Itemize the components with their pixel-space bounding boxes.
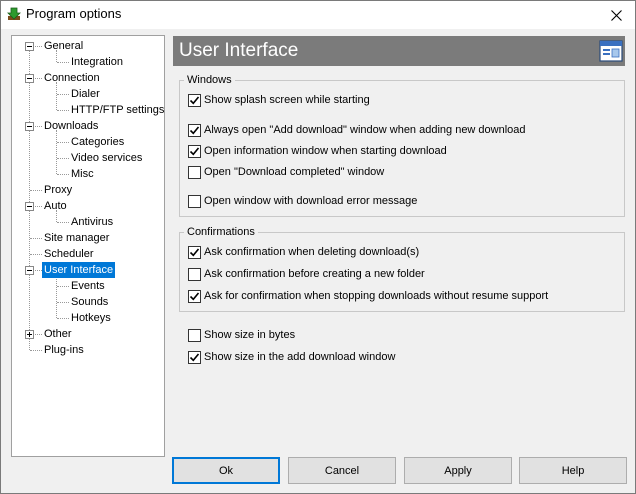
confirmation-option-3[interactable]: Ask for confirmation when stopping downl… (188, 288, 548, 304)
checkbox-label: Ask confirmation when deleting download(… (204, 246, 420, 258)
help-button-label: Help (561, 464, 585, 477)
checkbox-unchecked[interactable] (188, 194, 201, 208)
checkbox-label: Ask for confirmation when stopping downl… (204, 290, 549, 302)
panel-header: User Interface (173, 36, 625, 66)
title-bar: Program options (1, 1, 635, 29)
ok-button-label: Ok (218, 464, 234, 477)
tree-item-plug-ins[interactable]: Plug-ins (42, 342, 86, 358)
tree-item-sounds[interactable]: Sounds (69, 294, 110, 310)
tree-item-site-manager[interactable]: Site manager (42, 230, 111, 246)
tree-connector (57, 94, 69, 95)
window-settings-icon (599, 39, 623, 63)
collapse-toggle-icon[interactable] (25, 122, 34, 131)
checkbox-label: Show size in bytes (204, 329, 296, 341)
cancel-button[interactable]: Cancel (288, 457, 396, 484)
checkbox-checked[interactable] (188, 289, 201, 303)
collapse-toggle-icon[interactable] (25, 266, 34, 275)
collapse-toggle-icon[interactable] (25, 202, 34, 211)
collapse-toggle-icon[interactable] (25, 42, 34, 51)
checkbox-unchecked[interactable] (188, 267, 201, 281)
checkbox-checked[interactable] (188, 123, 201, 137)
close-button[interactable] (597, 1, 635, 29)
tree-branch-line (56, 82, 57, 110)
tree-branch-line (56, 130, 57, 174)
tree-connector (57, 318, 69, 319)
tree-connector (30, 350, 42, 351)
checkbox-unchecked[interactable] (188, 165, 201, 179)
confirmations-group-label: Confirmations (184, 226, 258, 239)
checkbox-checked[interactable] (188, 93, 201, 107)
tree-item-other[interactable]: Other (42, 326, 74, 342)
window-title: Program options (26, 6, 122, 21)
checkbox-label: Open "Download completed" window (204, 166, 385, 178)
tree-item-hotkeys[interactable]: Hotkeys (69, 310, 113, 326)
windows-group-label: Windows (184, 74, 235, 87)
download-arrow-icon (7, 7, 21, 21)
tree-item-user-interface[interactable]: User Interface (42, 262, 116, 278)
checkbox-label: Show size in the add download window (204, 351, 396, 363)
size-option-2[interactable]: Show size in the add download window (188, 349, 395, 365)
size-option-1[interactable]: Show size in bytes (188, 327, 295, 343)
windows-option-1[interactable]: Show splash screen while starting (188, 92, 370, 108)
tree-connector (57, 142, 69, 143)
tree-item-downloads[interactable]: Downloads (42, 118, 100, 134)
tree-item-integration[interactable]: Integration (69, 54, 125, 70)
checkbox-label: Open window with download error message (204, 195, 418, 207)
tree-item-misc[interactable]: Misc (69, 166, 96, 182)
checkbox-label: Open information window when starting do… (204, 145, 447, 157)
confirmation-option-1[interactable]: Ask confirmation when deleting download(… (188, 244, 419, 260)
tree-connector (57, 62, 69, 63)
tree-connector (57, 222, 69, 223)
expand-toggle-icon[interactable] (25, 330, 34, 339)
tree-item-general[interactable]: General (42, 38, 85, 54)
close-icon (610, 9, 622, 21)
tree-item-scheduler[interactable]: Scheduler (42, 246, 96, 262)
checkbox-unchecked[interactable] (188, 328, 201, 342)
tree-connector (57, 158, 69, 159)
confirmation-option-2[interactable]: Ask confirmation before creating a new f… (188, 266, 425, 282)
apply-button[interactable]: Apply (404, 457, 512, 484)
help-button[interactable]: Help (519, 457, 627, 484)
checkbox-checked[interactable] (188, 245, 201, 259)
options-tree[interactable]: General Integration Connection Dialer HTTP/F… (11, 35, 165, 457)
tree-item-connection[interactable]: Connection (42, 70, 102, 86)
tree-connector (30, 190, 42, 191)
apply-button-label: Apply (444, 464, 472, 477)
tree-item-events[interactable]: Events (69, 278, 107, 294)
checkbox-label: Show splash screen while starting (204, 94, 370, 106)
tree-connector (57, 174, 69, 175)
tree-connector (57, 286, 69, 287)
windows-option-5[interactable]: Open window with download error message (188, 193, 417, 209)
tree-root-line (29, 46, 30, 350)
ok-button[interactable]: Ok (172, 457, 280, 484)
windows-option-4[interactable]: Open "Download completed" window (188, 164, 384, 180)
cancel-button-label: Cancel (324, 464, 360, 477)
checkbox-label: Ask confirmation before creating a new f… (204, 268, 425, 280)
tree-connector (30, 238, 42, 239)
tree-item-http-ftp-settings[interactable]: HTTP/FTP settings (69, 102, 166, 118)
tree-item-categories[interactable]: Categories (69, 134, 126, 150)
tree-connector (57, 302, 69, 303)
tree-connector (57, 110, 69, 111)
tree-item-auto[interactable]: Auto (42, 198, 69, 214)
program-options-window: Program options General Integration Connec… (0, 0, 636, 494)
tree-item-proxy[interactable]: Proxy (42, 182, 74, 198)
tree-connector (30, 254, 42, 255)
tree-item-antivirus[interactable]: Antivirus (69, 214, 115, 230)
windows-option-3[interactable]: Open information window when starting do… (188, 143, 447, 159)
checkbox-checked[interactable] (188, 144, 201, 158)
tree-branch-line (56, 274, 57, 318)
tree-item-video-services[interactable]: Video services (69, 150, 144, 166)
tree-item-dialer[interactable]: Dialer (69, 86, 102, 102)
checkbox-checked[interactable] (188, 350, 201, 364)
collapse-toggle-icon[interactable] (25, 74, 34, 83)
checkbox-label: Always open "Add download" window when a… (204, 124, 526, 136)
windows-option-2[interactable]: Always open "Add download" window when a… (188, 122, 526, 138)
panel-title: User Interface (179, 40, 299, 61)
